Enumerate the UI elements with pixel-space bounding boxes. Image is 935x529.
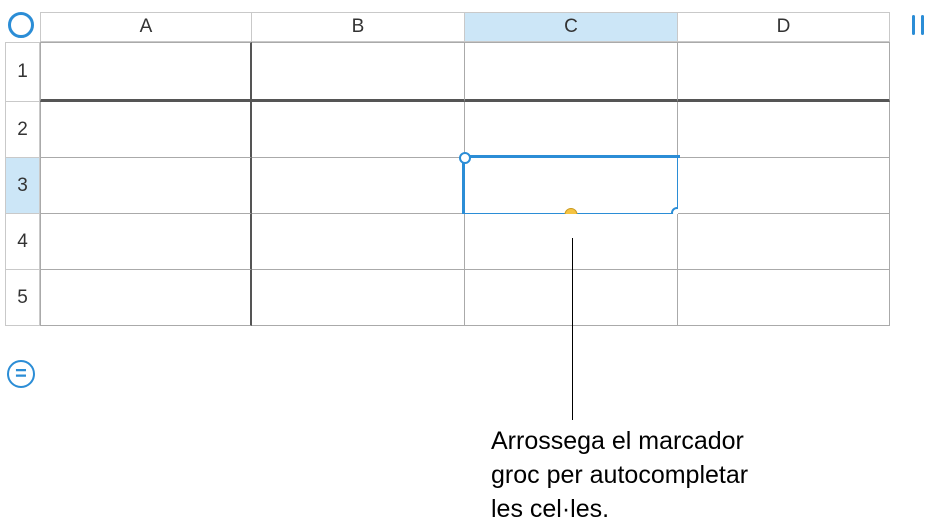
cell-selection	[462, 155, 680, 216]
cell-c3[interactable]	[465, 158, 678, 214]
column-header-d[interactable]: D	[678, 12, 890, 42]
cell-d1[interactable]	[678, 42, 890, 102]
cell-b5[interactable]	[252, 270, 465, 326]
cell-b3[interactable]	[252, 158, 465, 214]
grid-cells	[40, 42, 890, 326]
callout-leader-line	[572, 238, 573, 420]
callout-line-2: groc per autocompletar	[491, 461, 748, 489]
cell-a2[interactable]	[40, 102, 252, 158]
row-header-3[interactable]: 3	[5, 158, 40, 214]
column-header-a[interactable]: A	[40, 12, 252, 42]
cell-b1[interactable]	[252, 42, 465, 102]
spreadsheet: A B C D 1 2 3 4 5	[5, 12, 905, 326]
cell-b2[interactable]	[252, 102, 465, 158]
cell-d4[interactable]	[678, 214, 890, 270]
row-header-4[interactable]: 4	[5, 214, 40, 270]
row-actions-button[interactable]: =	[7, 360, 35, 388]
column-actions-icon[interactable]	[905, 12, 931, 38]
cell-d2[interactable]	[678, 102, 890, 158]
cell-a5[interactable]	[40, 270, 252, 326]
column-header-b[interactable]: B	[252, 12, 465, 42]
cell-d3[interactable]	[678, 158, 890, 214]
row-header-5[interactable]: 5	[5, 270, 40, 326]
row-header-2[interactable]: 2	[5, 102, 40, 158]
cell-a4[interactable]	[40, 214, 252, 270]
callout-line-3: les cel·les.	[491, 495, 609, 523]
row-header-1[interactable]: 1	[5, 42, 40, 102]
callout-text: Arrossega el marcador groc per autocompl…	[491, 425, 748, 526]
callout-line-1: Arrossega el marcador	[491, 427, 744, 455]
cell-c2[interactable]	[465, 102, 678, 158]
cell-d5[interactable]	[678, 270, 890, 326]
cell-c1[interactable]	[465, 42, 678, 102]
cell-a3[interactable]	[40, 158, 252, 214]
cell-a1[interactable]	[40, 42, 252, 102]
equals-icon: =	[15, 363, 27, 386]
row-headers: 1 2 3 4 5	[5, 42, 40, 326]
column-headers: A B C D	[40, 12, 905, 42]
cell-b4[interactable]	[252, 214, 465, 270]
column-header-c[interactable]: C	[465, 12, 678, 42]
